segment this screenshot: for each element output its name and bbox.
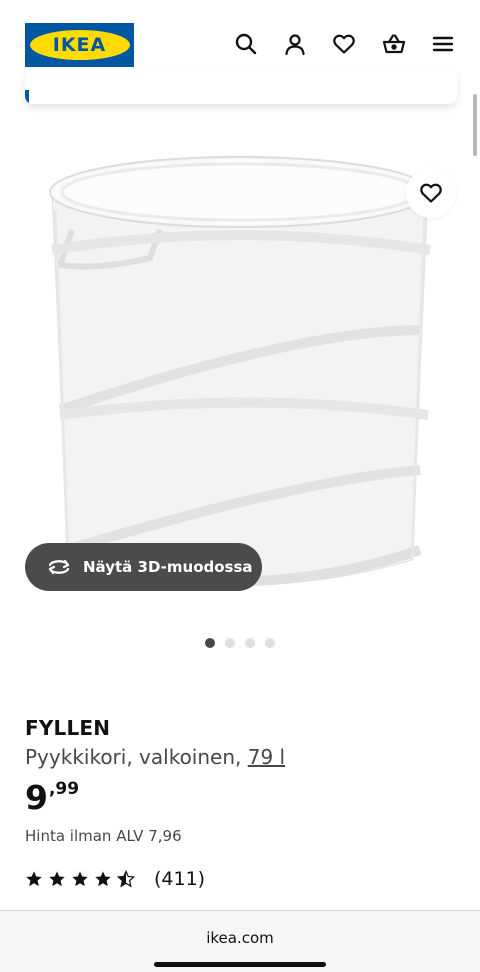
price-integer: 9 [25, 778, 48, 817]
product-price: 9 ,99 [25, 778, 79, 818]
ikea-logo[interactable]: IKEA [25, 23, 134, 67]
star-icon [72, 871, 88, 887]
logo-oval: IKEA [29, 30, 130, 60]
star-icon [49, 871, 65, 887]
product-description-text: Pyykkikori, valkoinen, [25, 745, 242, 769]
search-icon[interactable] [232, 30, 260, 58]
add-to-favourites-button[interactable] [406, 168, 456, 218]
heart-icon[interactable] [330, 30, 358, 58]
heart-icon [420, 183, 442, 203]
product-rating[interactable]: (411) [25, 868, 205, 890]
browser-address-bar[interactable]: ikea.com [0, 910, 480, 972]
star-icon [26, 871, 42, 887]
carousel-dot[interactable] [205, 638, 215, 648]
url-text[interactable]: ikea.com [0, 929, 480, 947]
view-3d-button[interactable]: Näytä 3D-muodossa [25, 543, 262, 591]
rotate-3d-icon [48, 559, 70, 575]
banner-accent [25, 90, 29, 104]
info-banner-card[interactable] [25, 70, 457, 104]
view-3d-label: Näytä 3D-muodossa [83, 558, 253, 576]
star-icon [95, 871, 111, 887]
product-size-link[interactable]: 79 l [248, 745, 285, 769]
image-carousel-dots [205, 638, 275, 648]
home-indicator[interactable] [154, 962, 326, 967]
price-decimal: ,99 [48, 779, 80, 799]
carousel-dot[interactable] [265, 638, 275, 648]
carousel-dot[interactable] [245, 638, 255, 648]
user-icon[interactable] [281, 30, 309, 58]
star-half-icon [117, 870, 135, 888]
logo-text: IKEA [52, 34, 107, 56]
basket-icon[interactable] [380, 30, 408, 58]
review-count: (411) [154, 868, 206, 890]
carousel-dot[interactable] [225, 638, 235, 648]
price-without-vat: Hinta ilman ALV 7,96 [25, 827, 182, 845]
product-description: Pyykkikori, valkoinen, 79 l [25, 745, 285, 769]
product-name: FYLLEN [25, 716, 111, 740]
menu-icon[interactable] [429, 30, 457, 58]
